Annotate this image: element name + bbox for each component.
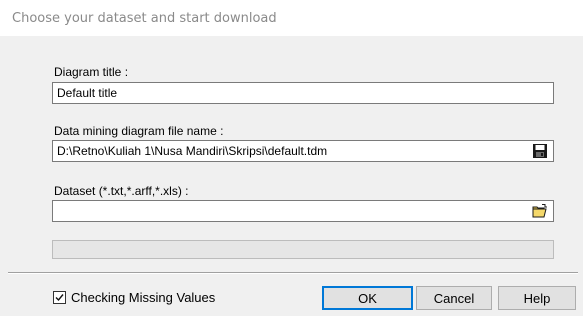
checkbox-box[interactable] xyxy=(53,291,66,304)
save-icon[interactable] xyxy=(532,143,548,159)
missing-values-checkbox[interactable]: Checking Missing Values xyxy=(53,290,215,305)
dataset-label: Dataset (*.txt,*.arff,*.xls) : xyxy=(54,184,189,198)
download-dialog: Choose your dataset and start download D… xyxy=(0,0,583,316)
download-progress-bar xyxy=(52,240,554,259)
dataset-input[interactable] xyxy=(52,200,554,222)
diagram-title-label: Diagram title : xyxy=(54,65,129,79)
checkbox-label: Checking Missing Values xyxy=(71,290,216,305)
open-folder-icon[interactable] xyxy=(532,203,548,219)
diagram-title-input[interactable] xyxy=(52,82,554,104)
file-name-input[interactable] xyxy=(52,140,554,162)
help-button[interactable]: Help xyxy=(498,286,576,310)
header-text: Choose your dataset and start download xyxy=(12,11,277,26)
checkmark-icon xyxy=(55,294,64,302)
file-name-label: Data mining diagram file name : xyxy=(54,124,224,138)
ok-button[interactable]: OK xyxy=(322,286,413,310)
separator xyxy=(8,272,578,274)
dialog-header: Choose your dataset and start download xyxy=(0,0,583,36)
cancel-button[interactable]: Cancel xyxy=(416,286,492,310)
